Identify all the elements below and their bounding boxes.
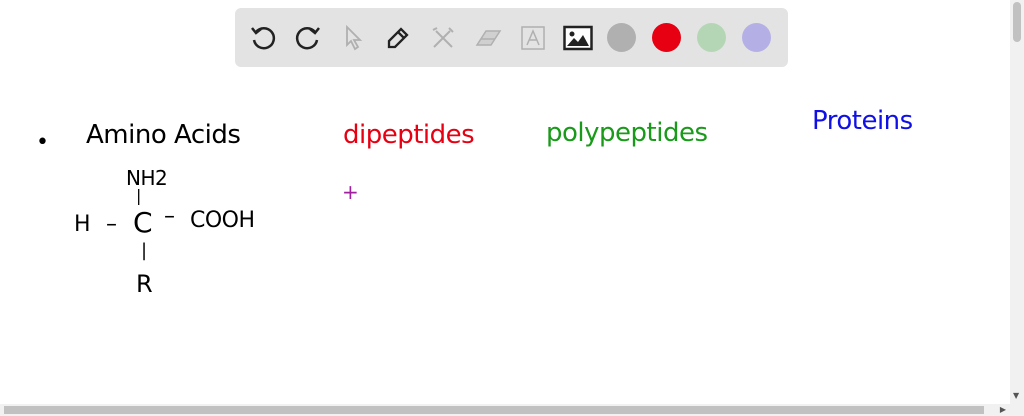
cursor-plus: + [342,180,359,204]
structure-bond-top: | [136,186,141,205]
scroll-right-arrow-icon[interactable]: ▶ [1000,405,1006,414]
structure-cooh: COOH [190,208,255,233]
pen-button[interactable] [382,22,414,54]
color-gray[interactable] [607,23,636,52]
tools-button[interactable] [427,22,459,54]
tools-icon [432,26,454,48]
image-icon [563,25,593,50]
bullet: • [36,130,49,155]
structure-nh2: NH2 [126,166,168,190]
horizontal-scrollbar[interactable]: ▶ [0,404,1024,416]
dipeptides-label: dipeptides [343,120,475,150]
redo-icon [295,26,320,49]
vertical-scrollbar[interactable]: ▼ [1010,0,1024,404]
eraser-icon [475,29,502,46]
structure-bond-bottom: | [141,240,147,261]
image-button[interactable] [562,22,594,54]
text-button[interactable] [517,22,549,54]
scroll-down-arrow-icon[interactable]: ▼ [1013,391,1019,400]
eraser-button[interactable] [472,22,504,54]
select-icon [346,24,363,50]
vertical-scroll-thumb[interactable] [1013,2,1021,42]
color-green[interactable] [697,23,726,52]
structure-bond-left: – [106,212,117,237]
color-purple[interactable] [742,23,771,52]
polypeptides-label: polypeptides [546,118,708,148]
redo-button[interactable] [292,22,324,54]
proteins-label: Proteins [812,106,913,136]
undo-button[interactable] [247,22,279,54]
select-button[interactable] [337,22,369,54]
structure-c: C [133,206,153,239]
structure-h: H [74,212,91,237]
pen-icon [387,26,409,48]
undo-icon [251,26,276,49]
amino-acids-heading: Amino Acids [86,120,241,150]
text-icon [521,25,545,50]
horizontal-scroll-thumb[interactable] [4,406,984,414]
color-red[interactable] [652,23,681,52]
drawing-toolbar [235,8,788,67]
structure-r: R [136,270,153,298]
structure-bond-right: – [164,204,175,229]
